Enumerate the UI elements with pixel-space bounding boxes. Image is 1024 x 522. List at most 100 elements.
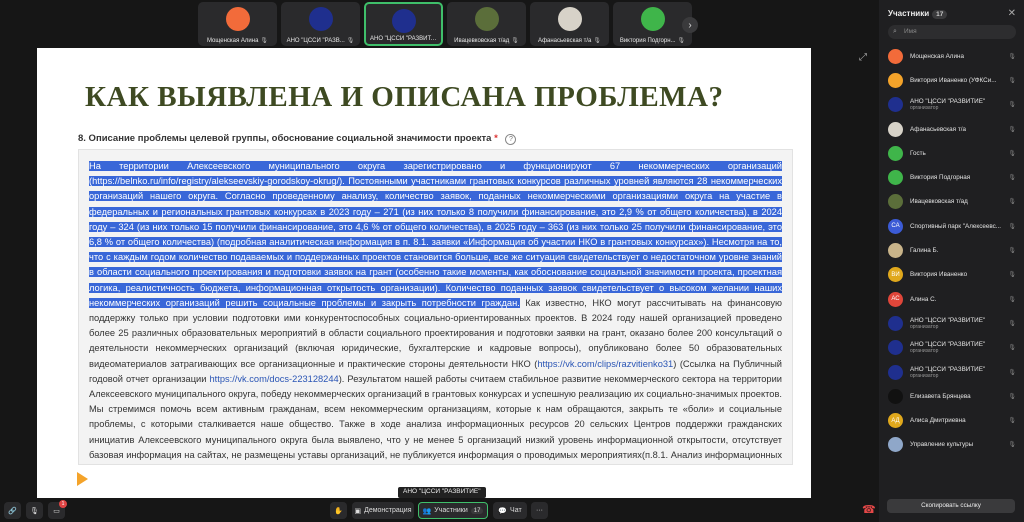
participants-button-count: 17 bbox=[470, 507, 484, 514]
video-tile-name: Ивацевковская т/ад 🎙 bbox=[451, 37, 522, 44]
participant-name: Галина Б. bbox=[910, 247, 939, 255]
close-icon[interactable]: ✕ bbox=[1008, 8, 1016, 19]
participant-name: Елизавета Брянцева bbox=[910, 392, 971, 400]
participant-name: АНО "ЦССИ "РАЗВИТИЕ" bbox=[910, 341, 986, 349]
participant-role: организатор bbox=[910, 105, 939, 112]
chevron-right-icon[interactable]: › bbox=[682, 17, 698, 33]
participant-name-block: Виктория Иваненко (УФКСи... bbox=[910, 77, 1005, 84]
play-icon[interactable] bbox=[77, 472, 88, 486]
video-tile[interactable]: Виктория Подгорн... 🎙 bbox=[613, 2, 692, 46]
screen-share-icon: ▣ bbox=[354, 507, 362, 515]
notification-badge: 1 bbox=[59, 500, 67, 508]
avatar bbox=[888, 194, 903, 210]
participant-name: Алина С. bbox=[910, 295, 937, 303]
mic-off-icon: 🎙 bbox=[1008, 199, 1016, 206]
video-tile[interactable]: АНО "ЦССИ "РАЗВ... 🎙 bbox=[281, 2, 360, 46]
participant-row[interactable]: Галина Б. 🎙 bbox=[879, 238, 1024, 262]
video-tile-name-text: Афанасьевская т/а bbox=[538, 38, 592, 44]
participant-search-input[interactable]: ⌕ Имя bbox=[888, 25, 1016, 39]
participant-row[interactable]: АД Алиса Дмитриевна 🎙 bbox=[879, 408, 1024, 432]
video-tile-name-text: Мощенская Алина bbox=[206, 38, 259, 44]
more-button[interactable]: ··· bbox=[531, 502, 548, 519]
participants-button[interactable]: 👥 Участники 17 bbox=[418, 502, 488, 519]
answer-textarea[interactable]: На территории Алексеевского муниципально… bbox=[78, 149, 793, 465]
avatar bbox=[888, 72, 903, 88]
mic-off-icon: 🎙 bbox=[593, 38, 601, 44]
participant-name-block: Галина Б. bbox=[910, 247, 1005, 254]
mic-off-icon: 🎙 bbox=[1008, 393, 1016, 400]
participant-row[interactable]: АНО "ЦССИ "РАЗВИТИЕ" организатор 🎙 bbox=[879, 93, 1024, 117]
participant-row[interactable]: АС Алина С. 🎙 bbox=[879, 287, 1024, 311]
participant-row[interactable]: АНО "ЦССИ "РАЗВИТИЕ" организатор 🎙 bbox=[879, 336, 1024, 360]
mic-off-icon: 🎙 bbox=[1008, 150, 1016, 157]
participants-list: Мощенская Алина 🎙 Виктория Иваненко (УФКСи… bbox=[879, 44, 1024, 457]
avatar bbox=[888, 243, 903, 259]
chat-icon: 💬 bbox=[498, 507, 508, 515]
video-tile[interactable]: Ивацевковская т/ад 🎙 bbox=[447, 2, 526, 46]
logo-icon bbox=[308, 7, 333, 31]
bottom-toolbar: 🔗 🎙 ▭ 1 ✋ ▣ Демонстрация 👥 Участники 17 💬 Ча… bbox=[0, 498, 879, 522]
link-clips[interactable]: https://vk.com/clips/razvitienko31 bbox=[537, 359, 673, 369]
participant-row[interactable]: АНО "ЦССИ "РАЗВИТИЕ" организатор 🎙 bbox=[879, 311, 1024, 335]
participant-name: Виктория Иваненко bbox=[910, 271, 968, 279]
participants-count-badge: 17 bbox=[932, 10, 948, 19]
video-tile[interactable]: Мощенская Алина 🎙 bbox=[198, 2, 277, 46]
participant-row[interactable]: Ивацевковская т/ад 🎙 bbox=[879, 190, 1024, 214]
participant-row[interactable]: ВИ Виктория Иваненко 🎙 bbox=[879, 263, 1024, 287]
avatar: ВИ bbox=[888, 267, 903, 283]
participant-name-block: АНО "ЦССИ "РАЗВИТИЕ" организатор bbox=[910, 341, 1005, 354]
participant-name: Виктория Подгорная bbox=[910, 174, 971, 182]
participant-name-block: Мощенская Алина bbox=[910, 53, 1005, 60]
participant-row[interactable]: Гость 🎙 bbox=[879, 141, 1024, 165]
participants-label: Участники bbox=[434, 507, 468, 514]
microphone-off-icon[interactable]: 🎙 bbox=[26, 502, 43, 519]
avatar bbox=[888, 170, 903, 186]
video-tile[interactable]: Афанасьевская т/а 🎙 bbox=[530, 2, 609, 46]
participant-name: АНО "ЦССИ "РАЗВИТИЕ" bbox=[910, 316, 986, 324]
active-speaker-label: АНО "ЦССИ "РАЗВИТИЕ" bbox=[398, 487, 486, 498]
avatar bbox=[888, 315, 903, 331]
video-tile-name-text: АНО "ЦССИ "РАЗВИТ... bbox=[370, 36, 436, 42]
participant-name-block: Спортивный парк "Алексеевс... bbox=[910, 223, 1005, 230]
panel-header: Участники 17 bbox=[888, 9, 948, 19]
participant-name: АНО "ЦССИ "РАЗВИТИЕ" bbox=[910, 365, 986, 373]
participant-name-block: Алиса Дмитриевна bbox=[910, 417, 1005, 424]
video-tile[interactable]: АНО "ЦССИ "РАЗВИТ...🎙 bbox=[364, 2, 443, 46]
hang-up-icon[interactable]: ☎ bbox=[862, 503, 876, 516]
raise-hand-icon[interactable]: ✋ bbox=[330, 502, 347, 519]
slide-title: КАК ВЫЯВЛЕНА И ОПИСАНА ПРОБЛЕМА? bbox=[85, 81, 724, 113]
participant-row[interactable]: Мощенская Алина 🎙 bbox=[879, 44, 1024, 68]
participant-row[interactable]: СА Спортивный парк "Алексеевс... 🎙 bbox=[879, 214, 1024, 238]
participant-name-block: АНО "ЦССИ "РАЗВИТИЕ" организатор bbox=[910, 98, 1005, 111]
participant-name-block: Алина С. bbox=[910, 296, 1005, 303]
logo-icon bbox=[391, 9, 416, 33]
link-icon[interactable]: 🔗 bbox=[4, 502, 21, 519]
participant-role: организатор bbox=[910, 323, 939, 330]
link-docs[interactable]: https://vk.com/docs-223128244 bbox=[209, 374, 338, 384]
screen-share-button[interactable]: ▣ Демонстрация bbox=[352, 502, 414, 519]
search-placeholder: Имя bbox=[904, 28, 917, 35]
participant-row[interactable]: Елизавета Брянцева 🎙 bbox=[879, 384, 1024, 408]
participant-row[interactable]: АНО "ЦССИ "РАЗВИТИЕ" организатор 🎙 bbox=[879, 360, 1024, 384]
participant-name: Гость bbox=[910, 149, 926, 157]
participant-row[interactable]: Афанасьевская т/а 🎙 bbox=[879, 117, 1024, 141]
avatar: АД bbox=[888, 413, 903, 429]
mic-off-icon: 🎙 bbox=[1008, 102, 1016, 109]
avatar bbox=[888, 388, 903, 404]
participant-row[interactable]: Управление культуры 🎙 bbox=[879, 433, 1024, 457]
participant-name: Мощенская Алина bbox=[910, 52, 964, 60]
participant-name-block: АНО "ЦССИ "РАЗВИТИЕ" организатор bbox=[910, 366, 1005, 379]
expand-icon[interactable]: ⤢ bbox=[859, 52, 873, 66]
search-icon: ⌕ bbox=[893, 28, 897, 35]
participants-icon: 👥 bbox=[422, 507, 432, 515]
participant-name: Спортивный парк "Алексеевс... bbox=[910, 222, 1002, 230]
participant-row[interactable]: Виктория Подгорная 🎙 bbox=[879, 165, 1024, 189]
question-text: 8. Описание проблемы целевой группы, обо… bbox=[78, 133, 492, 144]
photo-icon bbox=[474, 7, 499, 31]
chat-button[interactable]: 💬 Чат bbox=[493, 502, 527, 519]
participant-row[interactable]: Виктория Иваненко (УФКСи... 🎙 bbox=[879, 68, 1024, 92]
copy-link-button[interactable]: Скопировать ссылку bbox=[887, 499, 1015, 513]
avatar bbox=[888, 340, 903, 356]
help-icon[interactable]: ? bbox=[505, 134, 517, 145]
mic-off-icon: 🎙 bbox=[1008, 53, 1016, 60]
